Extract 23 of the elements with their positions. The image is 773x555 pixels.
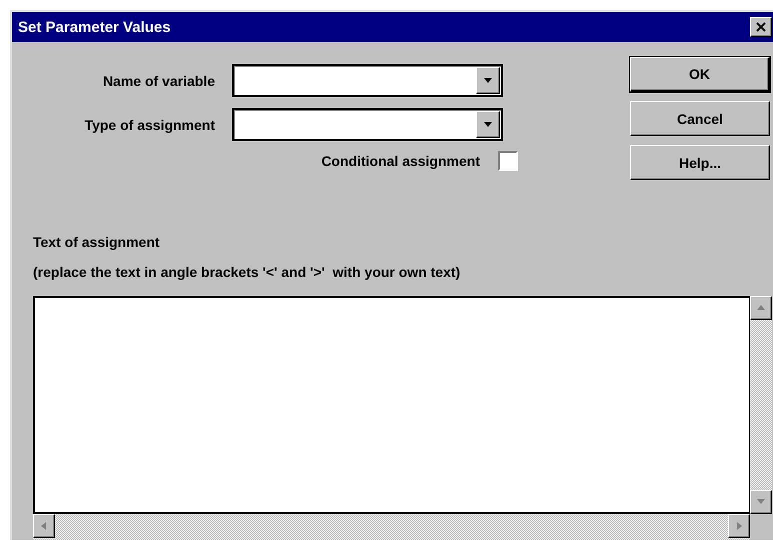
scroll-up-button[interactable] (750, 296, 772, 320)
text-area[interactable] (33, 296, 750, 514)
hint-text: (replace the text in angle brackets '<' and '>' with your own text) (33, 264, 462, 280)
field-label: Type of assignment (84, 116, 216, 132)
dialog-button[interactable]: Help... (630, 145, 770, 180)
dropdown-button[interactable] (476, 67, 500, 94)
dialog-button[interactable]: OK (630, 57, 770, 92)
scroll-right-button[interactable] (728, 514, 750, 538)
combo-box[interactable] (232, 108, 503, 141)
checkbox[interactable] (498, 151, 518, 171)
vertical-scrollbar[interactable] (750, 296, 772, 514)
field-label: Name of variable (102, 72, 216, 88)
scroll-left-button[interactable] (33, 514, 55, 538)
window-title: Set Parameter Values (18, 18, 171, 36)
dialog-button[interactable]: Cancel (630, 101, 770, 136)
combo-box[interactable] (232, 64, 503, 97)
close-icon (755, 21, 767, 33)
section-heading: Text of assignment (33, 234, 161, 250)
close-button[interactable] (750, 17, 772, 37)
checkbox-label: Conditional assignment (321, 153, 480, 169)
scroll-down-button[interactable] (750, 490, 772, 514)
dropdown-button[interactable] (476, 111, 500, 138)
horizontal-scrollbar[interactable] (33, 514, 750, 540)
